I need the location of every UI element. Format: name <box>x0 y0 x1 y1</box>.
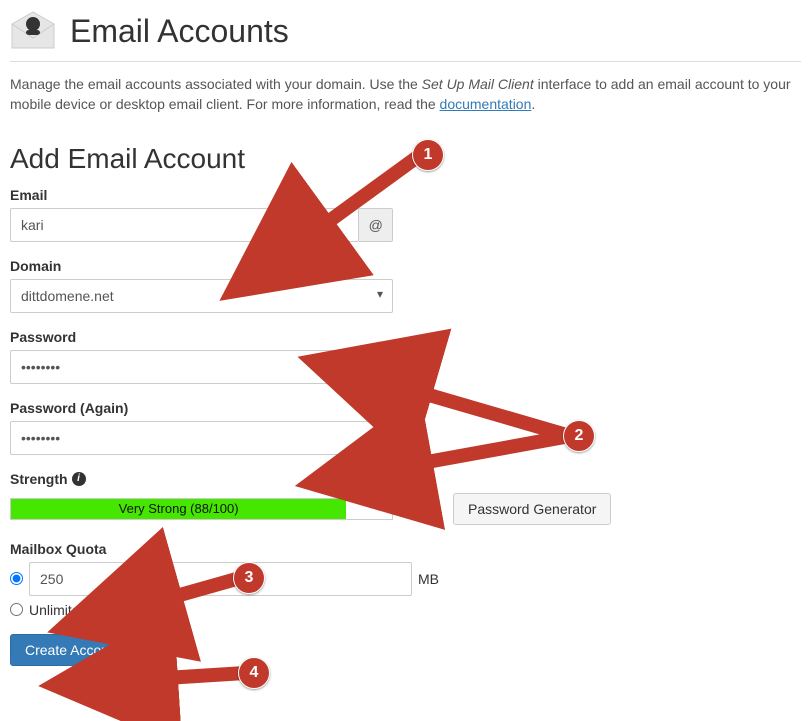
domain-select[interactable]: dittdomene.net <box>10 279 393 313</box>
email-group: Email @ <box>10 187 801 242</box>
quota-input[interactable] <box>29 562 412 596</box>
password-group: Password <box>10 329 801 384</box>
strength-bar: Very Strong (88/100) <box>10 498 393 520</box>
section-title: Add Email Account <box>10 143 801 175</box>
password-input[interactable] <box>10 350 393 384</box>
password-again-group: Password (Again) <box>10 400 801 455</box>
email-accounts-icon <box>10 10 56 53</box>
intro-prefix: Manage the email accounts associated wit… <box>10 76 422 92</box>
domain-group: Domain dittdomene.net <box>10 258 801 313</box>
at-addon: @ <box>359 208 393 242</box>
callout-4-number: 4 <box>238 657 270 689</box>
password-label: Password <box>10 329 801 345</box>
strength-label: Strength <box>10 471 68 487</box>
intro-suffix: . <box>531 96 535 112</box>
documentation-link[interactable]: documentation <box>440 96 532 112</box>
domain-label: Domain <box>10 258 801 274</box>
password-again-label: Password (Again) <box>10 400 801 416</box>
quota-unit: MB <box>418 571 439 587</box>
quota-unlimited-radio[interactable] <box>10 603 23 616</box>
quota-limited-radio[interactable] <box>10 572 23 585</box>
create-account-button[interactable]: Create Account <box>10 634 136 666</box>
info-icon[interactable]: i <box>72 472 86 486</box>
quota-group: Mailbox Quota MB Unlimited <box>10 541 801 618</box>
password-generator-button[interactable]: Password Generator <box>453 493 611 525</box>
strength-group: Strength i Very Strong (88/100) Password… <box>10 471 801 525</box>
intro-em: Set Up Mail Client <box>422 76 534 92</box>
password-again-input[interactable] <box>10 421 393 455</box>
quota-label: Mailbox Quota <box>10 541 801 557</box>
quota-unlimited-label: Unlimited <box>29 602 87 618</box>
strength-fill: Very Strong (88/100) <box>11 499 346 519</box>
page-header: Email Accounts <box>10 10 801 62</box>
email-input[interactable] <box>10 208 359 242</box>
email-label: Email <box>10 187 801 203</box>
intro-text: Manage the email accounts associated wit… <box>10 74 800 115</box>
page-title: Email Accounts <box>70 13 289 50</box>
